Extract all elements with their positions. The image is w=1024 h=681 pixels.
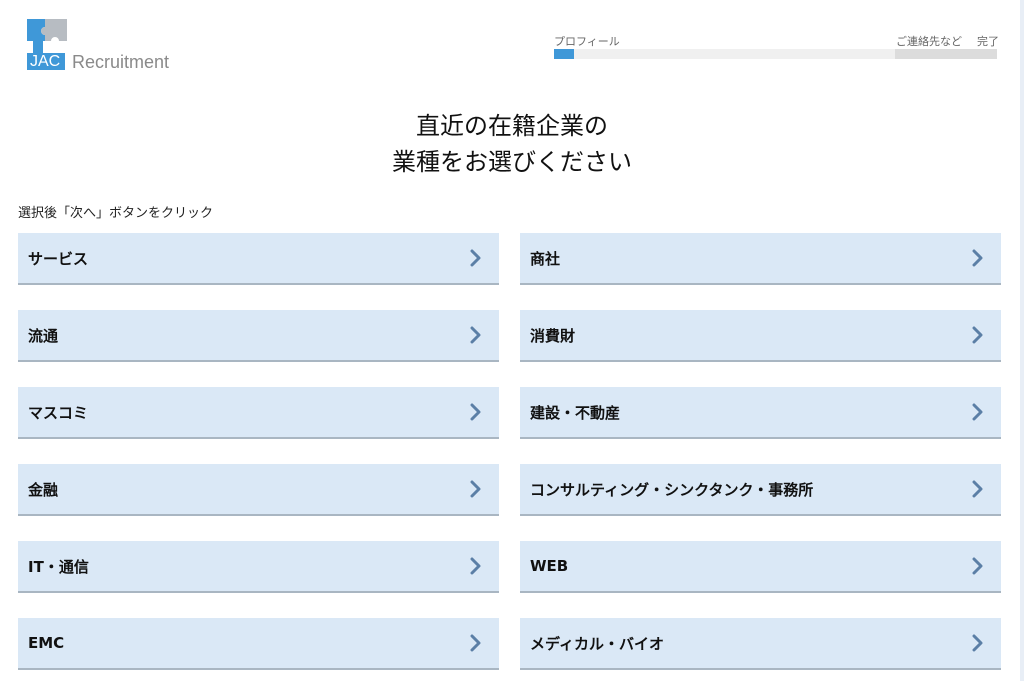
- industry-option-button[interactable]: 金融: [18, 464, 499, 514]
- chevron-right-icon: [972, 634, 983, 652]
- industry-option-button[interactable]: サービス: [18, 233, 499, 283]
- industry-option-button[interactable]: WEB: [520, 541, 1001, 591]
- chevron-right-icon: [972, 249, 983, 267]
- page-title: 直近の在籍企業の 業種をお選びください: [0, 108, 1024, 180]
- industry-option-label: 消費財: [530, 326, 576, 345]
- puzzle-logo-icon: [27, 19, 67, 55]
- industry-option-button[interactable]: マスコミ: [18, 387, 499, 437]
- page: JAC Recruitment プロフィール ご連絡先など 完了 直近の在籍企業…: [0, 0, 1024, 681]
- industry-option-label: EMC: [28, 634, 65, 652]
- chevron-right-icon: [470, 480, 481, 498]
- logo-jac-text: JAC: [27, 53, 65, 70]
- industry-option-button[interactable]: 商社: [520, 233, 1001, 283]
- industry-option-label: マスコミ: [28, 403, 89, 422]
- scrollbar-track[interactable]: [1020, 0, 1024, 681]
- industry-option-button[interactable]: コンサルティング・シンクタンク・事務所: [520, 464, 1001, 514]
- chevron-right-icon: [470, 249, 481, 267]
- jac-recruitment-logo[interactable]: JAC Recruitment: [27, 19, 187, 75]
- industry-option-label: メディカル・バイオ: [530, 634, 664, 653]
- industry-option-label: サービス: [28, 249, 89, 268]
- industry-option-label: WEB: [530, 557, 569, 575]
- industry-option-label: 商社: [530, 249, 561, 268]
- chevron-right-icon: [972, 480, 983, 498]
- industry-option-label: コンサルティング・シンクタンク・事務所: [530, 480, 814, 499]
- industry-option-button[interactable]: 流通: [18, 310, 499, 360]
- chevron-right-icon: [470, 634, 481, 652]
- page-title-line1: 直近の在籍企業の: [416, 112, 608, 140]
- chevron-right-icon: [470, 557, 481, 575]
- industry-option-button[interactable]: IT・通信: [18, 541, 499, 591]
- step-contact-label: ご連絡先など: [896, 35, 962, 48]
- industry-option-label: IT・通信: [28, 557, 89, 576]
- progress-bar-fill: [554, 49, 574, 59]
- chevron-right-icon: [470, 326, 481, 344]
- page-title-line2: 業種をお選びください: [392, 148, 632, 176]
- progress-bar-final-segment: [895, 49, 997, 59]
- industry-option-button[interactable]: EMC: [18, 618, 499, 668]
- industry-option-label: 建設・不動産: [530, 403, 621, 422]
- step-complete-label: 完了: [977, 35, 999, 48]
- progress-bar: [554, 49, 997, 59]
- chevron-right-icon: [972, 403, 983, 421]
- industry-option-button[interactable]: 消費財: [520, 310, 1001, 360]
- industry-option-label: 流通: [28, 326, 59, 345]
- chevron-right-icon: [470, 403, 481, 421]
- industry-option-button[interactable]: メディカル・バイオ: [520, 618, 1001, 668]
- instruction-text: 選択後「次へ」ボタンをクリック: [18, 206, 214, 221]
- chevron-right-icon: [972, 557, 983, 575]
- logo-recruitment-text: Recruitment: [72, 52, 170, 72]
- progress-indicator: プロフィール ご連絡先など 完了: [554, 33, 999, 63]
- chevron-right-icon: [972, 326, 983, 344]
- industry-option-label: 金融: [28, 480, 59, 499]
- step-profile-label: プロフィール: [554, 35, 620, 48]
- industry-option-button[interactable]: 建設・不動産: [520, 387, 1001, 437]
